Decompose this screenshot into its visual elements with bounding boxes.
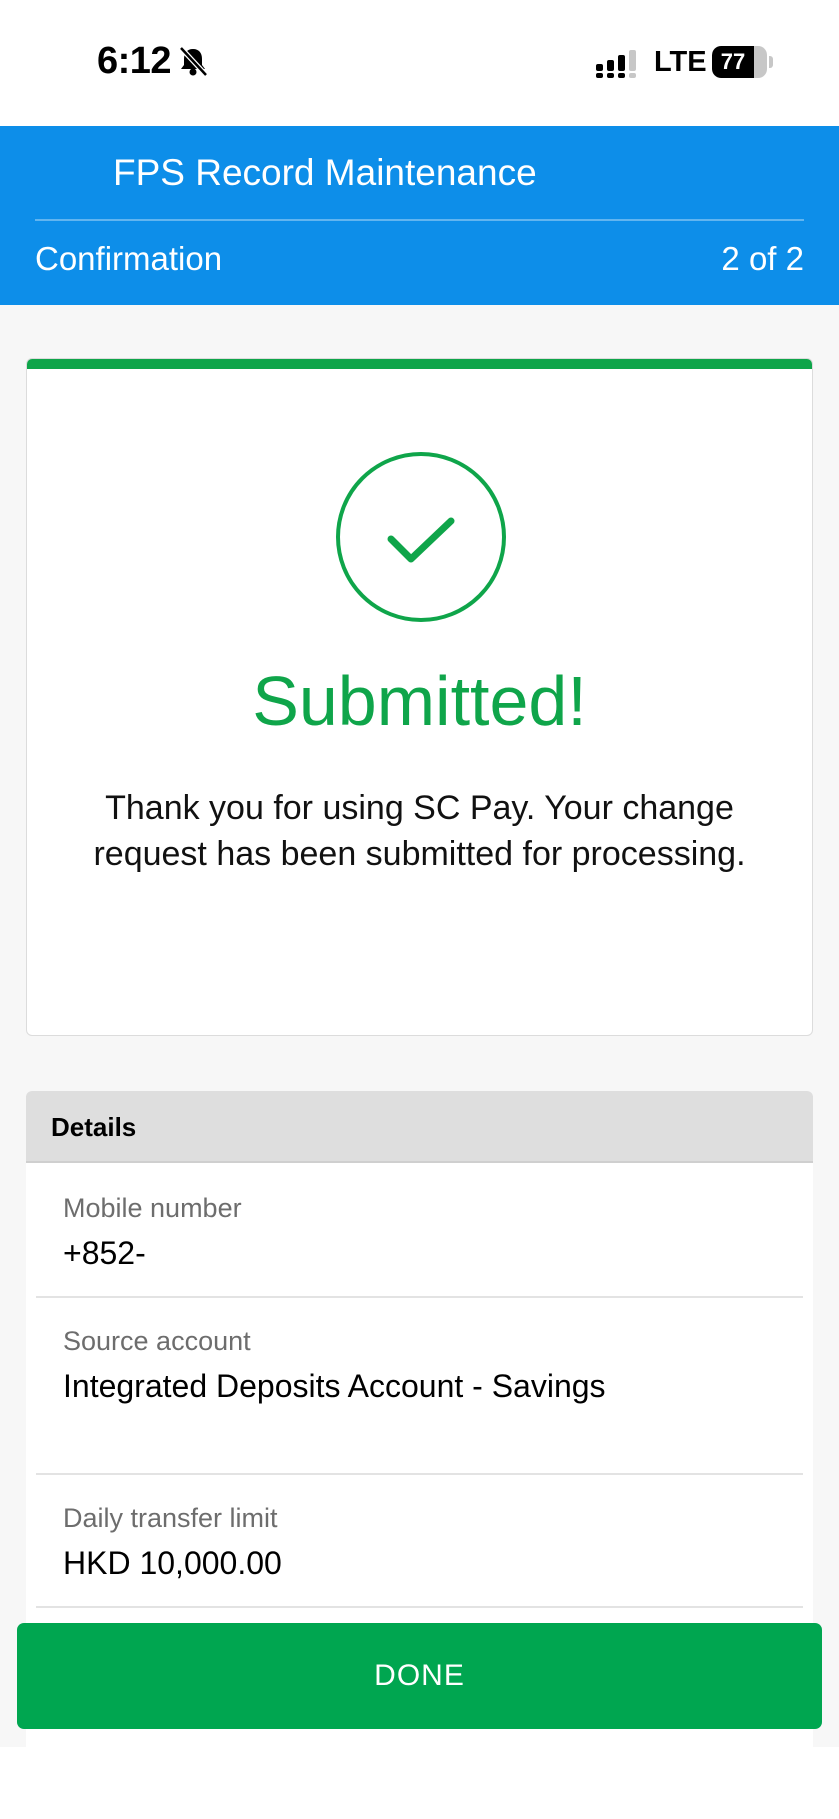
step-count: 2 of 2 — [721, 240, 804, 277]
bottom-safe-area — [0, 1747, 839, 1819]
detail-row-daily-transfer-limit: Daily transfer limit HKD 10,000.00 — [36, 1475, 803, 1608]
details-heading: Details — [26, 1091, 813, 1163]
detail-label: Daily transfer limit — [63, 1503, 278, 1533]
status-bar: 6:12 LTE 77 — [0, 0, 839, 126]
done-button[interactable]: DONE — [17, 1623, 822, 1729]
page-content: Submitted! Thank you for using SC Pay. Y… — [0, 305, 839, 1747]
bell-slash-icon — [179, 46, 208, 77]
detail-value: HKD 10,000.00 — [63, 1545, 282, 1581]
network-type: LTE — [654, 46, 707, 78]
signal-icon — [596, 50, 636, 78]
checkmark-circle-icon — [336, 452, 506, 622]
success-message: Thank you for using SC Pay. Your change … — [93, 789, 746, 873]
detail-row-source-account: Source account Integrated Deposits Accou… — [36, 1298, 803, 1475]
step-label: Confirmation — [35, 240, 223, 277]
detail-label: Source account — [63, 1326, 251, 1356]
detail-value: +852- — [63, 1235, 146, 1271]
app-header: FPS Record Maintenance Confirmation 2 of… — [0, 126, 839, 305]
detail-label: Mobile number — [63, 1193, 242, 1223]
success-card: Submitted! Thank you for using SC Pay. Y… — [26, 358, 813, 1036]
status-time: 6:12 — [97, 40, 172, 82]
battery-icon: 77 — [712, 46, 774, 78]
battery-percent: 77 — [720, 49, 746, 74]
detail-value: Integrated Deposits Account - Savings — [63, 1368, 606, 1404]
header-divider — [35, 219, 804, 221]
success-accent-bar — [27, 359, 812, 369]
detail-row-mobile-number: Mobile number +852- — [36, 1165, 803, 1298]
page-title: FPS Record Maintenance — [113, 152, 537, 193]
success-title: Submitted! — [252, 662, 587, 740]
